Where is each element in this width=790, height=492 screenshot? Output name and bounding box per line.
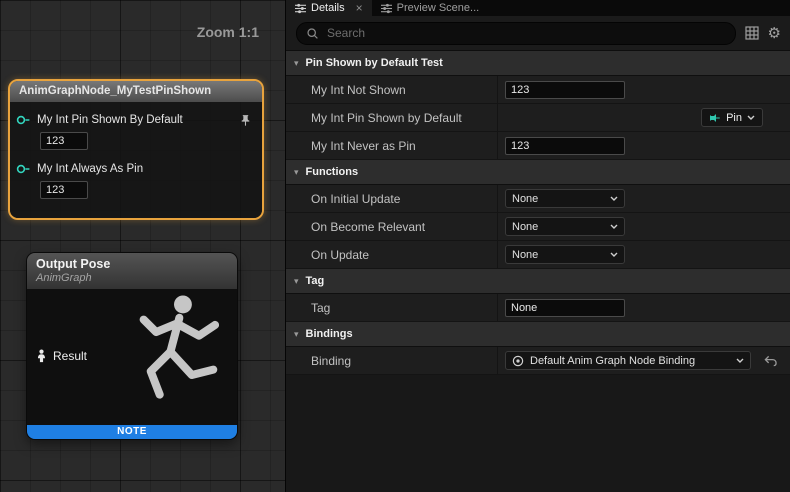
node-body: My Int Pin Shown By Default My Int Alway…: [10, 102, 262, 218]
tab-preview-scene[interactable]: Preview Scene...: [372, 0, 489, 16]
section-title: Tag: [306, 275, 325, 287]
dropdown-value: None: [512, 193, 604, 205]
details-empty-area: [286, 375, 790, 492]
pose-pin-icon[interactable]: [36, 349, 47, 363]
section-header-tag[interactable]: ▾ Tag: [286, 269, 790, 294]
chevron-down-icon: [610, 224, 618, 229]
property-row-my-int-never-as-pin: My Int Never as Pin: [286, 132, 790, 160]
property-label: My Int Not Shown: [286, 76, 498, 103]
property-row-my-int-not-shown: My Int Not Shown: [286, 76, 790, 104]
pin-icon: [709, 112, 721, 124]
chevron-down-icon: ▾: [294, 168, 299, 177]
int-pin-icon[interactable]: [16, 164, 31, 174]
pin-toggle-button[interactable]: Pin: [701, 108, 763, 127]
property-row-on-become-relevant: On Become Relevant None: [286, 213, 790, 241]
chevron-down-icon: [610, 252, 618, 257]
on-update-dropdown[interactable]: None: [505, 245, 625, 264]
node-title: AnimGraphNode_MyTestPinShown: [10, 81, 262, 102]
dropdown-value: Default Anim Graph Node Binding: [530, 355, 730, 367]
node-subtitle: AnimGraph: [36, 272, 228, 285]
node-header: Output Pose AnimGraph: [27, 253, 237, 289]
pin-tack-icon[interactable]: [239, 114, 252, 127]
close-tab-icon[interactable]: ×: [356, 2, 363, 14]
anim-graph-test-node[interactable]: AnimGraphNode_MyTestPinShown My Int Pin …: [8, 79, 264, 220]
section-title: Pin Shown by Default Test: [306, 57, 443, 69]
property-label: On Update: [286, 241, 498, 268]
int-pin-icon[interactable]: [16, 115, 31, 125]
property-row-tag: Tag: [286, 294, 790, 322]
property-label: My Int Pin Shown by Default: [286, 104, 498, 131]
property-row-on-update: On Update None: [286, 241, 790, 269]
my-int-not-shown-input[interactable]: [505, 81, 625, 99]
section-header-pin-test[interactable]: ▾ Pin Shown by Default Test: [286, 51, 790, 76]
section-title: Bindings: [306, 328, 353, 340]
property-label: Binding: [286, 347, 498, 374]
on-initial-update-dropdown[interactable]: None: [505, 189, 625, 208]
section-header-functions[interactable]: ▾ Functions: [286, 160, 790, 185]
pin-label: My Int Pin Shown By Default: [37, 114, 183, 126]
section-header-bindings[interactable]: ▾ Bindings: [286, 322, 790, 347]
search-input[interactable]: [325, 25, 726, 41]
pin-value-input[interactable]: [40, 181, 88, 199]
binding-icon: [512, 355, 524, 367]
search-icon: [306, 27, 319, 40]
chevron-down-icon: ▾: [294, 277, 299, 286]
property-label: On Become Relevant: [286, 213, 498, 240]
search-box[interactable]: [296, 22, 736, 45]
property-row-my-int-pin-shown-by-default: My Int Pin Shown by Default Pin: [286, 104, 790, 132]
chevron-down-icon: ▾: [294, 330, 299, 339]
section-title: Functions: [306, 166, 359, 178]
output-pose-node[interactable]: Output Pose AnimGraph: [27, 253, 237, 439]
pin-value-input[interactable]: [40, 132, 88, 150]
chevron-down-icon: [747, 115, 755, 120]
panel-tab-bar: Details × Preview Scene...: [286, 0, 790, 16]
chevron-down-icon: [610, 196, 618, 201]
tab-details-label: Details: [311, 2, 345, 14]
graph-canvas[interactable]: Zoom 1:1 AnimGraphNode_MyTestPinShown My…: [0, 0, 285, 492]
tab-details[interactable]: Details ×: [286, 0, 372, 16]
tag-input[interactable]: [505, 299, 625, 317]
on-become-relevant-dropdown[interactable]: None: [505, 217, 625, 236]
details-tab-icon: [295, 3, 306, 14]
property-label: On Initial Update: [286, 185, 498, 212]
reset-to-default-icon[interactable]: [764, 355, 777, 367]
anim-graph-editor: Zoom 1:1 AnimGraphNode_MyTestPinShown My…: [0, 0, 790, 492]
settings-gear-icon[interactable]: ⚙: [768, 26, 781, 41]
property-row-binding: Binding Default Anim Graph Node Binding: [286, 347, 790, 375]
details-panel: Details × Preview Scene... ⚙: [285, 0, 790, 492]
chevron-down-icon: [736, 358, 744, 363]
mannequin-image: [115, 291, 233, 430]
details-toolbar: ⚙: [286, 16, 790, 51]
dropdown-value: None: [512, 249, 604, 261]
node-title: Output Pose: [36, 257, 228, 272]
zoom-level-label: Zoom 1:1: [197, 24, 259, 40]
property-label: My Int Never as Pin: [286, 132, 498, 159]
binding-dropdown[interactable]: Default Anim Graph Node Binding: [505, 351, 751, 370]
property-row-on-initial-update: On Initial Update None: [286, 185, 790, 213]
pin-label: My Int Always As Pin: [37, 163, 143, 175]
dropdown-value: None: [512, 221, 604, 233]
result-pin-label: Result: [53, 349, 87, 363]
my-int-never-as-pin-input[interactable]: [505, 137, 625, 155]
chevron-down-icon: ▾: [294, 59, 299, 68]
property-label: Tag: [286, 294, 498, 321]
tab-preview-scene-label: Preview Scene...: [397, 2, 480, 14]
pin-button-label: Pin: [726, 112, 742, 124]
node-body: Result: [27, 289, 237, 425]
preview-scene-tab-icon: [381, 3, 392, 14]
property-matrix-icon[interactable]: [745, 26, 759, 40]
